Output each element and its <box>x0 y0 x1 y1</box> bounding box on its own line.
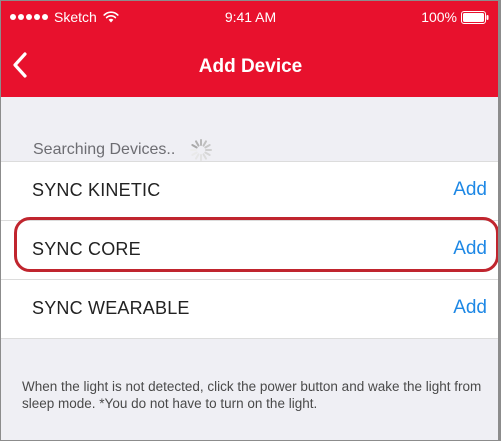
device-row-sync-wearable: SYNC WEARABLE Add <box>0 280 501 338</box>
battery-icon <box>461 10 489 24</box>
battery-percent: 100% <box>421 9 457 25</box>
add-device-button[interactable]: Add <box>453 179 487 201</box>
battery-group: 100% <box>421 9 489 25</box>
add-device-button[interactable]: Add <box>453 297 487 319</box>
search-status: Searching Devices.. <box>33 138 213 162</box>
highlight-annotation <box>14 217 499 272</box>
device-name: SYNC KINETIC <box>32 180 161 200</box>
app-header: Sketch 9:41 AM 100% Add Device <box>0 0 501 97</box>
device-row-sync-kinetic: SYNC KINETIC Add <box>0 162 501 221</box>
nav-bar: Add Device <box>0 40 501 92</box>
loading-spinner-icon <box>190 139 213 161</box>
status-bar: Sketch 9:41 AM 100% <box>0 0 501 34</box>
device-name: SYNC WEARABLE <box>32 298 190 318</box>
search-status-label: Searching Devices.. <box>33 141 176 158</box>
help-text: When the light is not detected, click th… <box>22 378 482 411</box>
page-title: Add Device <box>198 56 303 77</box>
